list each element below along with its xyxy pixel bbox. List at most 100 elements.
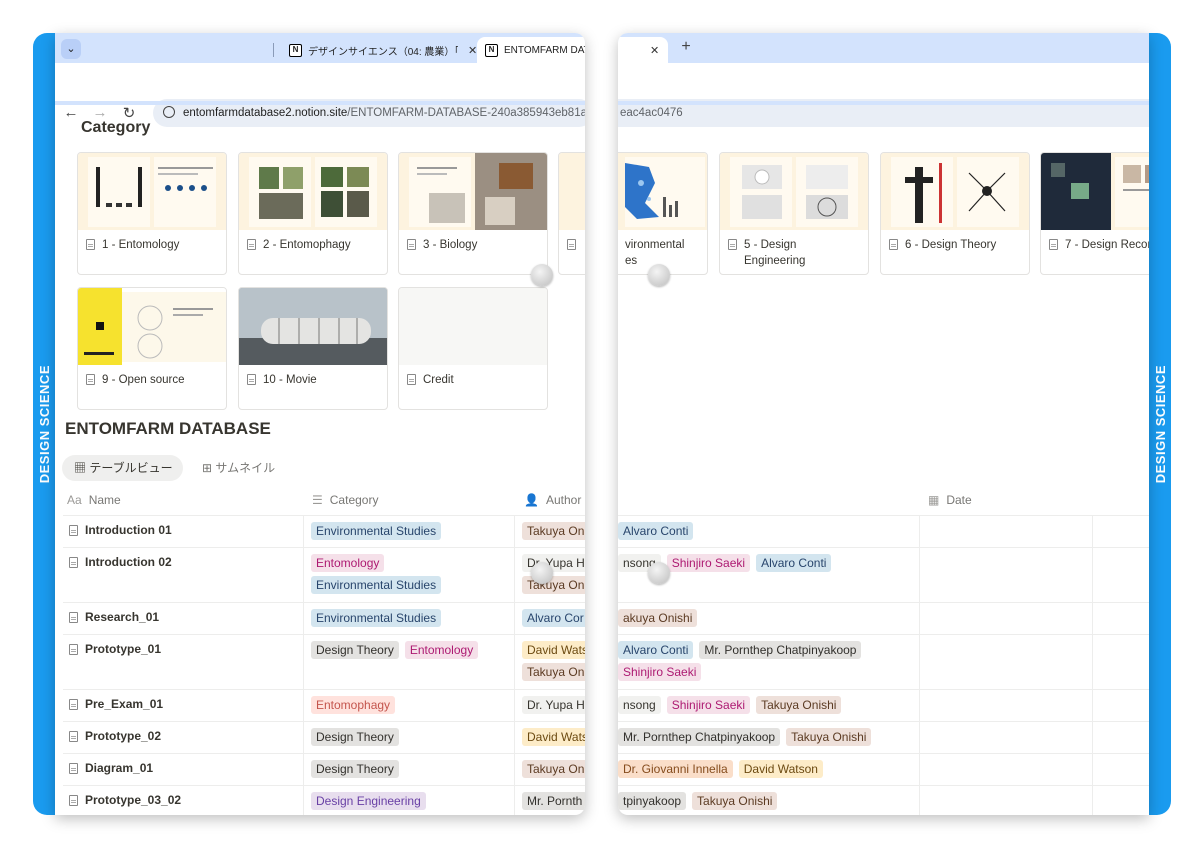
tag-chip[interactable]: Takuya Oni [522,576,585,594]
tag-chip[interactable]: David Wats [522,728,585,746]
author-cell[interactable]: tpinyakoop Takuya Onishi [618,792,916,810]
tab-entomfarm-continued[interactable]: ✕ [618,37,668,63]
tag-chip[interactable]: Takuya Onishi [692,792,778,810]
category-cell[interactable]: Entomophagy [311,696,511,714]
tag-chip[interactable]: Mr. Pornthep Chatpinyakoop [618,728,781,746]
author-cell[interactable]: nsong Shinjiro Saeki Takuya Onishi [618,696,916,714]
category-card-credit[interactable]: Credit [398,287,548,410]
tag-chip[interactable]: Shinjiro Saeki [618,663,702,681]
tag-chip[interactable]: Design Theory [311,760,399,778]
tag-chip[interactable]: Dr. Giovanni Innella [618,760,733,778]
author-cell[interactable]: Alvaro Conti Mr. Pornthep Chatpinyakoop [618,641,916,659]
tag-chip[interactable]: Entomophagy [311,696,396,714]
author-cell[interactable]: Mr. Pornthep Chatpinyakoop Takuya Onishi [618,728,916,746]
column-header-author[interactable]: 👤 Author [524,493,581,507]
close-icon[interactable]: ✕ [468,44,477,57]
category-cell[interactable]: Environmental Studies [311,576,511,594]
tab-entomfarm[interactable]: N ENTOMFARM DATA [477,37,585,63]
chevron-down-icon[interactable]: ⌄ [61,39,81,59]
category-cell[interactable]: Design Theory Entomology [311,641,511,659]
new-tab-button[interactable]: + [676,38,696,56]
back-button[interactable]: ← [61,104,81,121]
tag-chip[interactable]: David Wats [522,641,585,659]
tag-chip[interactable]: Takuya Onishi [756,696,842,714]
category-card-design-record[interactable]: 7 - Design Recor [1040,152,1149,275]
tag-chip[interactable]: Alvaro Conti [618,522,694,540]
tab-thumbnail-view[interactable]: ⊞ サムネイル [202,455,275,481]
tag-chip[interactable]: Takuya Oni [522,760,585,778]
category-card-environmental[interactable]: vironmental es [618,152,708,275]
tag-chip[interactable]: Mr. Pornthep Chatpinyakoop [699,641,862,659]
author-cell[interactable]: David Wats [522,641,585,659]
author-cell[interactable]: Shinjiro Saeki [618,663,916,681]
author-cell[interactable]: Dr. Yupa H [522,696,585,714]
tab-table-view[interactable]: ▦ テーブルビュー [62,455,183,481]
category-card-entomophagy[interactable]: 2 - Entomophagy [238,152,388,275]
category-card-entomology[interactable]: 1 - Entomology [77,152,227,275]
column-header-category[interactable]: ☰ Category [312,493,378,507]
date-cell[interactable] [920,602,1092,634]
category-card-biology[interactable]: 3 - Biology [398,152,548,275]
tag-chip[interactable]: Entomology [404,641,479,659]
column-header-name[interactable]: Aa Name [67,493,121,507]
table-row-name[interactable]: Prototype_03_02 [69,793,181,807]
site-info-icon[interactable] [163,106,175,118]
author-cell[interactable]: akuya Onishi [618,609,916,627]
category-card-partial[interactable] [558,152,585,275]
category-card-open-source[interactable]: 9 - Open source [77,287,227,410]
category-cell[interactable]: Design Theory [311,728,511,746]
author-cell[interactable]: Alvaro Cor [522,609,585,627]
category-card-design-theory[interactable]: 6 - Design Theory [880,152,1030,275]
tag-chip[interactable]: Entomology [311,554,385,572]
category-card-design-engineering[interactable]: 5 - Design Engineering [719,152,869,275]
category-cell[interactable]: Environmental Studies [311,522,511,540]
tag-chip[interactable]: Environmental Studies [311,609,442,627]
date-cell[interactable] [920,515,1092,547]
tag-chip[interactable]: Alvaro Conti [756,554,832,572]
table-row-name[interactable]: Introduction 02 [69,555,172,569]
category-card-movie[interactable]: 10 - Movie [238,287,388,410]
author-cell[interactable]: Alvaro Conti [618,522,916,540]
tag-chip[interactable]: Environmental Studies [311,522,442,540]
date-cell[interactable] [920,785,1092,815]
tag-chip[interactable]: Environmental Studies [311,576,442,594]
date-cell[interactable] [920,547,1092,602]
table-row-name[interactable]: Research_01 [69,610,159,624]
category-cell[interactable]: Design Theory [311,760,511,778]
table-row-name[interactable]: Pre_Exam_01 [69,697,163,711]
tag-chip[interactable]: David Watson [738,760,823,778]
tag-chip[interactable]: Mr. Pornth [522,792,585,810]
tab-design-science[interactable]: N デザインサイエンス（04: 農業）「1§ ✕ [281,37,481,63]
tag-chip[interactable]: tpinyakoop [618,792,687,810]
tag-chip[interactable]: Shinjiro Saeki [666,696,751,714]
author-cell[interactable]: David Wats [522,728,585,746]
table-row-name[interactable]: Diagram_01 [69,761,153,775]
tag-chip[interactable]: Shinjiro Saeki [666,554,751,572]
tag-chip[interactable]: Takuya Onishi [786,728,872,746]
tag-chip[interactable]: Alvaro Conti [618,641,694,659]
category-cell[interactable]: Entomology [311,554,511,572]
tag-chip[interactable]: Design Engineering [311,792,426,810]
tag-chip[interactable]: Takuya Oni [522,663,585,681]
tag-chip[interactable]: Takuya Oni [522,522,585,540]
tag-chip[interactable]: Design Theory [311,728,399,746]
tag-chip[interactable]: nsong [618,696,661,714]
category-cell[interactable]: Environmental Studies [311,609,511,627]
category-cell[interactable]: Design Engineering [311,792,511,810]
date-cell[interactable] [920,753,1092,785]
table-row-name[interactable]: Introduction 01 [69,523,172,537]
tag-chip[interactable]: Dr. Yupa H [522,696,585,714]
close-icon[interactable]: ✕ [650,44,659,57]
author-cell[interactable]: Takuya Oni [522,576,585,594]
author-cell[interactable]: Dr. Giovanni Innella David Watson [618,760,916,778]
date-cell[interactable] [920,689,1092,721]
column-header-date[interactable]: ▦ Date [928,493,972,507]
date-cell[interactable] [920,634,1092,689]
table-row-name[interactable]: Prototype_01 [69,642,161,656]
date-cell[interactable] [920,721,1092,753]
tag-chip[interactable]: Design Theory [311,641,399,659]
author-cell[interactable]: Mr. Pornth [522,792,585,810]
tag-chip[interactable]: Alvaro Cor [522,609,585,627]
author-cell[interactable]: Takuya Oni [522,760,585,778]
author-cell[interactable]: Takuya Oni [522,663,585,681]
